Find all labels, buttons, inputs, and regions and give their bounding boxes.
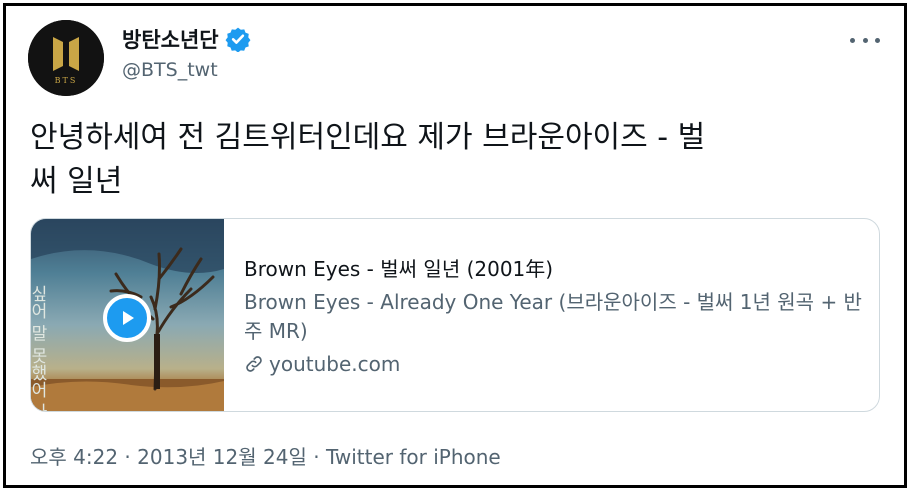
play-button[interactable] — [103, 294, 151, 342]
display-name[interactable]: 방탄소년단 — [122, 24, 219, 54]
meta-separator: · — [306, 445, 326, 469]
avatar-text: BTS — [55, 76, 78, 85]
card-domain-row[interactable]: youtube.com — [244, 350, 879, 378]
card-description: Brown Eyes - Already One Year (브라운아이즈 - … — [244, 290, 862, 343]
tweet-container: BTS 방탄소년단 @BTS_twt 안녕하세여 전 김트위터인데요 제가 브라… — [3, 3, 907, 488]
avatar[interactable]: BTS — [28, 20, 104, 96]
thumb-text: 싶어 말 못했어 나뜻한 나 — [31, 285, 47, 411]
display-name-row[interactable]: 방탄소년단 — [122, 24, 251, 54]
more-dot — [875, 37, 880, 43]
card-body[interactable]: Brown Eyes - 벌써 일년 (2001年) Brown Eyes - … — [224, 219, 879, 411]
verified-badge-icon — [225, 27, 251, 52]
bts-logo-icon: BTS — [28, 20, 104, 96]
more-dot — [862, 37, 868, 43]
tweet-text: 안녕하세여 전 김트위터인데요 제가 브라운아이즈 - 벌 써 일년 — [30, 116, 880, 204]
tweet-time-link[interactable]: 오후 4:22 · 2013년 12월 24일 — [30, 445, 307, 469]
link-card[interactable]: 싶어 말 못했어 나뜻한 나 Brown Eyes - 벌써 일년 (2001年… — [30, 218, 880, 412]
tweet-source[interactable]: Twitter for iPhone — [326, 445, 501, 469]
link-icon — [246, 356, 262, 372]
tweet-text-line-2: 써 일년 — [30, 164, 123, 199]
user-handle[interactable]: @BTS_twt — [122, 59, 218, 81]
tweet-date[interactable]: 2013년 12월 24일 — [137, 445, 307, 469]
meta-separator: · — [118, 445, 138, 469]
more-options-icon[interactable] — [850, 30, 880, 50]
tweet-text-line-1: 안녕하세여 전 김트위터인데요 제가 브라운아이즈 - 벌 — [30, 120, 706, 155]
tweet-metadata: 오후 4:22 · 2013년 12월 24일 · Twitter for iP… — [30, 441, 501, 470]
play-icon — [123, 311, 134, 325]
card-thumbnail[interactable]: 싶어 말 못했어 나뜻한 나 — [31, 219, 224, 411]
card-title[interactable]: Brown Eyes - 벌써 일년 (2001年) — [244, 255, 879, 283]
tweet-time[interactable]: 오후 4:22 — [30, 445, 118, 469]
card-domain[interactable]: youtube.com — [269, 350, 400, 378]
more-dot — [850, 37, 855, 43]
